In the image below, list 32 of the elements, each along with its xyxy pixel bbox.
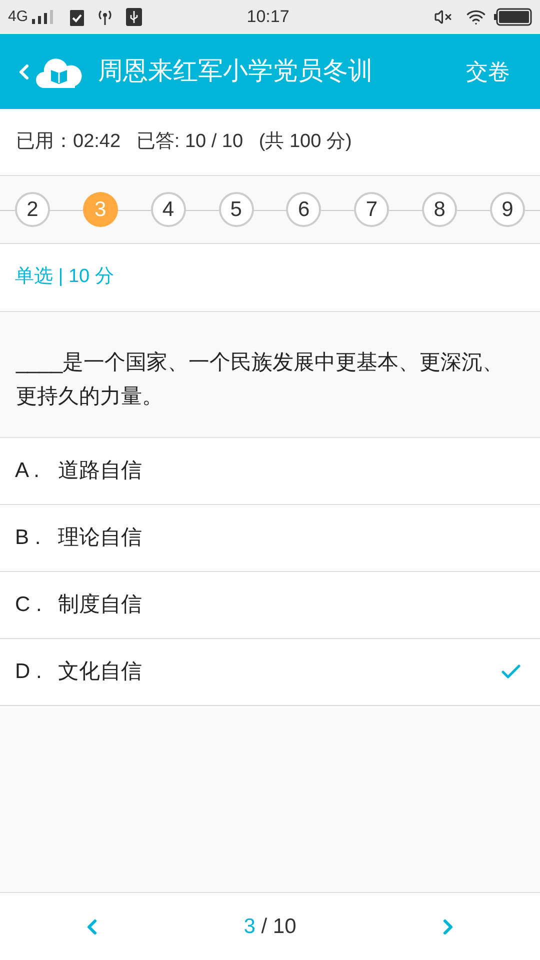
option-text: 制度自信 <box>58 592 143 618</box>
option-text: 文化自信 <box>58 659 143 686</box>
option-letter: D . <box>15 659 43 686</box>
question-number[interactable]: 8 <box>422 192 458 227</box>
mute-icon <box>434 8 452 26</box>
question-number[interactable]: 9 <box>490 192 525 227</box>
page-indicator: 3 / 10 <box>244 914 296 940</box>
question-number[interactable]: 2 <box>15 192 50 227</box>
question-number[interactable]: 5 <box>218 192 254 227</box>
network-label: 4G <box>8 6 28 27</box>
option-text: 理论自信 <box>58 525 143 552</box>
question-number[interactable]: 4 <box>150 192 186 227</box>
question-text: ____是一个国家、一个民族发展中更基本、更深沉、更持久的力量。 <box>16 350 505 410</box>
battery-icon <box>494 8 532 26</box>
exam-progress-text: 已用：02:42 已答: 10 / 10 (共 100 分) <box>16 130 352 154</box>
answer-option[interactable]: D . 文化自信 <box>0 639 540 706</box>
option-text: 道路自信 <box>58 458 143 484</box>
usb-icon <box>126 8 142 26</box>
answer-option[interactable]: A . 道路自信 <box>0 438 540 505</box>
question-type: 单选 | 10 分 <box>15 265 114 290</box>
question-number[interactable]: 6 <box>286 192 322 227</box>
question-number[interactable]: 7 <box>354 192 390 227</box>
cloud-book-icon <box>36 56 82 88</box>
exam-title: 周恩来红军小学党员冬训 <box>98 56 374 87</box>
clock-time: 10:17 <box>246 6 290 28</box>
clipboard-icon <box>70 8 84 26</box>
option-letter: B . <box>15 525 42 552</box>
hotspot-icon <box>96 8 114 26</box>
option-letter: C . <box>15 592 43 618</box>
answer-option[interactable]: B . 理论自信 <box>0 505 540 572</box>
answer-option[interactable]: C . 制度自信 <box>0 572 540 639</box>
option-letter: A . <box>15 458 41 484</box>
